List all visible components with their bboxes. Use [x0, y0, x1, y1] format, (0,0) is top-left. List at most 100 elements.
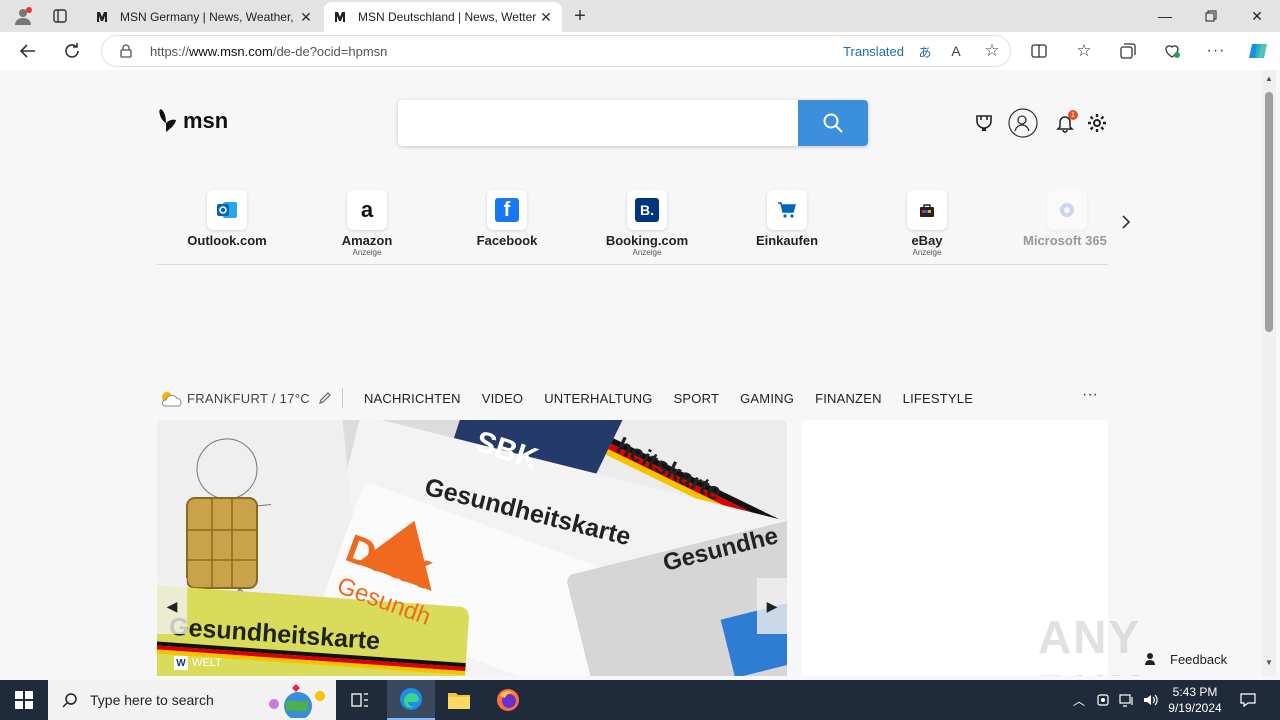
article-source: W WELT: [174, 656, 222, 670]
quicklink-einkaufen[interactable]: Einkaufen: [727, 190, 847, 248]
quicklinks-next-icon[interactable]: [1118, 210, 1134, 234]
taskbar-search-placeholder: Type here to search: [90, 692, 214, 708]
search-icon: [823, 113, 843, 133]
microsoft-365-icon: [1047, 190, 1087, 230]
search-input[interactable]: [398, 100, 798, 146]
feedback-person-icon: [1145, 653, 1155, 665]
tray-overflow-icon[interactable]: ︿: [1068, 680, 1090, 720]
edge-taskbar-icon[interactable]: [387, 680, 435, 720]
url-host: www.msn.com: [189, 43, 273, 59]
nav-video[interactable]: VIDEO: [482, 391, 523, 406]
read-aloud-icon[interactable]: A: [938, 43, 974, 59]
carousel-prev-button[interactable]: ◀: [157, 578, 187, 634]
tab-actions-icon[interactable]: [46, 0, 74, 32]
settings-gear-icon[interactable]: [1082, 108, 1112, 138]
quicklink-booking[interactable]: B. Booking.com Anzeige: [587, 190, 707, 257]
sign-in-avatar-icon[interactable]: [1008, 108, 1038, 138]
tab-strip: MSN Germany | News, Weather, ✕ MSN Deuts…: [0, 0, 1280, 32]
weather-widget[interactable]: FRANKFURT / 17°C: [157, 388, 343, 408]
carousel-next-button[interactable]: ▶: [757, 578, 787, 634]
shopping-cart-icon: [767, 190, 807, 230]
quicklink-ebay[interactable]: eBay Anzeige: [867, 190, 987, 257]
taskbar-search[interactable]: Type here to search: [48, 680, 336, 720]
more-menu-icon[interactable]: ···: [1200, 35, 1232, 67]
search-icon: [62, 693, 77, 708]
edit-pencil-icon[interactable]: [318, 391, 332, 405]
nav-unterhaltung[interactable]: UNTERHALTUNG: [544, 391, 652, 406]
profile-icon[interactable]: [8, 0, 38, 32]
source-name: WELT: [192, 657, 222, 669]
clock-time: 5:43 PM: [1172, 685, 1218, 699]
quicklink-outlook[interactable]: Outlook.com: [167, 190, 287, 248]
url-text[interactable]: https://www.msn.com/de-de?ocid=hpmsn: [150, 44, 843, 59]
restore-icon[interactable]: [1188, 0, 1234, 32]
tab-msn-germany[interactable]: MSN Germany | News, Weather, ✕: [86, 2, 322, 32]
nav-gaming[interactable]: GAMING: [740, 391, 794, 406]
hero-carousel[interactable]: SBK Gesundheitskarte Gesundheitskarte DA…: [157, 420, 787, 676]
chevron-right-icon: ▶: [766, 597, 778, 614]
search-button[interactable]: [798, 100, 868, 146]
clock-date: 9/19/2024: [1168, 701, 1222, 715]
address-bar[interactable]: https://www.msn.com/de-de?ocid=hpmsn Tra…: [101, 35, 1011, 67]
tab-close-icon[interactable]: ✕: [538, 9, 554, 26]
start-button[interactable]: [0, 680, 48, 720]
feedback-label: Feedback: [1170, 651, 1228, 667]
notification-center-icon[interactable]: [1234, 680, 1262, 720]
msn-logo[interactable]: msn: [157, 107, 228, 135]
meet-now-icon[interactable]: [1092, 680, 1114, 720]
nav-nachrichten[interactable]: NACHRICHTEN: [364, 391, 461, 406]
new-tab-icon[interactable]: +: [566, 0, 594, 32]
page-scrollbar[interactable]: ▲ ▼: [1262, 70, 1276, 676]
quicklink-amazon[interactable]: a Amazon Anzeige: [307, 190, 427, 257]
amazon-icon: a: [347, 190, 387, 230]
system-clock[interactable]: 5:43 PM 9/19/2024: [1160, 684, 1230, 716]
quicklink-label: Outlook.com: [187, 233, 267, 248]
msn-butterfly-icon: [159, 109, 176, 132]
msn-logo-text: msn: [183, 108, 229, 133]
scrollbar-thumb[interactable]: [1265, 92, 1273, 332]
scroll-up-icon[interactable]: ▲: [1265, 74, 1273, 83]
browser-essentials-icon[interactable]: [1156, 35, 1188, 67]
windows-taskbar: Type here to search ︿ 5:43 PM 9/19/2024: [0, 680, 1280, 720]
msn-page: msn 1 Outlook.com a Amazon Anzeige f Fac…: [4, 70, 1260, 676]
close-window-icon[interactable]: ✕: [1234, 0, 1280, 32]
quicklink-microsoft-365[interactable]: Microsoft 365: [1007, 190, 1107, 248]
favorites-icon[interactable]: ☆: [1068, 35, 1100, 67]
split-screen-icon[interactable]: [1023, 35, 1055, 67]
network-icon[interactable]: [1116, 680, 1138, 720]
back-icon[interactable]: [12, 35, 44, 67]
msn-favicon-icon: [94, 9, 110, 25]
copilot-icon[interactable]: [1242, 35, 1274, 67]
nav-more-icon[interactable]: ···: [1082, 386, 1098, 404]
chevron-left-icon: ◀: [166, 597, 178, 614]
quicklink-facebook[interactable]: f Facebook: [447, 190, 567, 248]
notifications-bell-icon[interactable]: 1: [1050, 108, 1080, 138]
quicklink-label: Microsoft 365: [1023, 233, 1107, 248]
feedback-button[interactable]: Feedback: [1144, 651, 1227, 667]
msn-favicon-icon: [332, 9, 348, 25]
firefox-icon[interactable]: [484, 680, 532, 720]
file-explorer-icon[interactable]: [435, 680, 483, 720]
lock-icon[interactable]: [102, 44, 150, 58]
nav-sport[interactable]: SPORT: [674, 391, 720, 406]
tab-close-icon[interactable]: ✕: [298, 9, 314, 26]
nav-finanzen[interactable]: FINANZEN: [815, 391, 882, 406]
favorite-star-icon[interactable]: ☆: [974, 41, 1010, 61]
nav-lifestyle[interactable]: LIFESTYLE: [903, 391, 973, 406]
weather-location-temp: FRANKFURT / 17°C: [187, 390, 310, 406]
search-box: [398, 100, 868, 146]
minimize-icon[interactable]: —: [1142, 0, 1188, 32]
translated-label[interactable]: Translated: [843, 44, 904, 59]
scroll-down-icon[interactable]: ▼: [1265, 658, 1273, 667]
windows-logo-icon: [15, 691, 33, 709]
translate-icon[interactable]: あ: [912, 42, 938, 61]
task-view-icon[interactable]: [336, 680, 384, 720]
booking-icon: B.: [627, 190, 667, 230]
rewards-icon[interactable]: [969, 108, 999, 138]
volume-icon[interactable]: [1140, 680, 1162, 720]
tab-msn-deutschland[interactable]: MSN Deutschland | News, Wetter ✕: [324, 2, 562, 32]
quicklink-label: Booking.com: [605, 233, 689, 248]
url-scheme: https://: [150, 43, 190, 59]
collections-icon[interactable]: [1112, 35, 1144, 67]
refresh-icon[interactable]: [56, 35, 88, 67]
